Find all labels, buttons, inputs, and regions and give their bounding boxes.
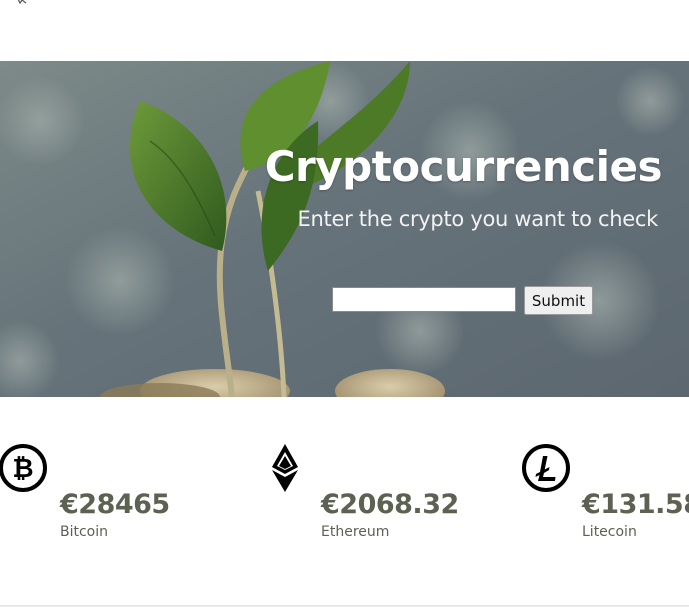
price-card-litecoin: €131.58 Litecoin — [521, 397, 689, 597]
top-whitespace — [0, 0, 689, 61]
crypto-search-input[interactable] — [332, 287, 516, 312]
svg-text:₿: ₿ — [12, 454, 33, 484]
bitcoin-icon: ₿ — [0, 444, 47, 492]
price-card-bitcoin: ₿ €28465 Bitcoin — [0, 397, 230, 597]
coin-price: €131.58 — [582, 489, 689, 520]
cursor-icon — [17, 0, 27, 5]
page-subtitle: Enter the crypto you want to check — [297, 207, 659, 231]
coin-name: Ethereum — [321, 524, 390, 540]
page-title: Cryptocurrencies — [264, 142, 663, 191]
price-card-ethereum: €2068.32 Ethereum — [261, 397, 491, 597]
page: Cryptocurrencies Enter the crypto you wa… — [0, 0, 689, 607]
litecoin-icon — [522, 444, 570, 492]
hero-banner: Cryptocurrencies Enter the crypto you wa… — [0, 61, 689, 397]
coin-name: Litecoin — [582, 524, 637, 540]
ethereum-icon — [272, 444, 298, 492]
submit-button[interactable]: Submit — [524, 286, 593, 315]
coin-name: Bitcoin — [60, 524, 109, 540]
coin-price: €28465 — [60, 489, 170, 520]
price-list: ₿ €28465 Bitcoin €2068.32 Ethereum €131.… — [0, 397, 689, 605]
coin-price: €2068.32 — [321, 489, 459, 520]
